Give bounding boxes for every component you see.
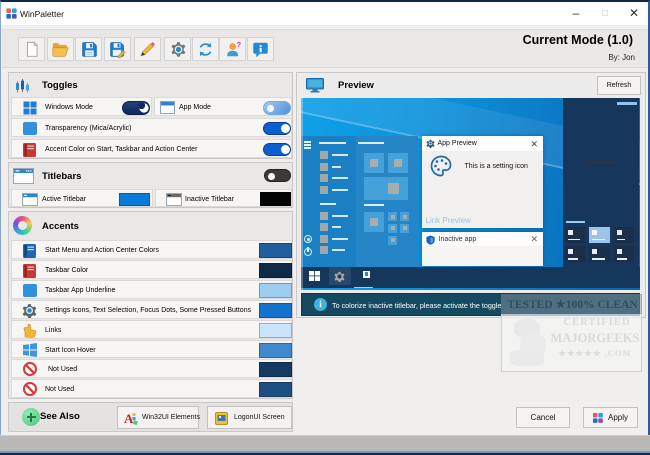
svg-text:?: ?: [236, 41, 241, 49]
